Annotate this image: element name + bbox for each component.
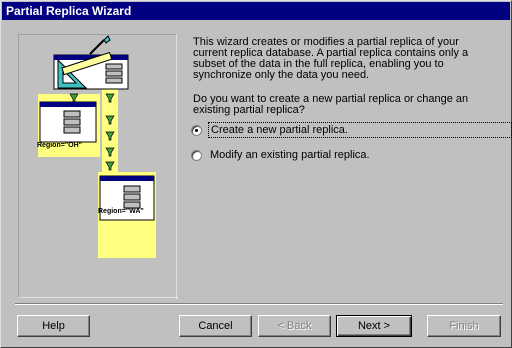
- wizard-question: Do you want to create a new partial repl…: [193, 93, 469, 116]
- wizard-window: Partial Replica Wizard Region="OH" Regio…: [0, 0, 512, 348]
- wizard-illustration: Region="OH" Region="WA": [17, 33, 179, 300]
- option-create-new[interactable]: Create a new partial replica.: [191, 122, 512, 138]
- next-button[interactable]: Next >: [336, 315, 412, 337]
- help-button[interactable]: Help: [17, 315, 90, 337]
- region-wa-label: Region="WA": [98, 208, 144, 215]
- option-create-label[interactable]: Create a new partial replica.: [208, 122, 512, 138]
- radio-create-new[interactable]: [191, 124, 202, 136]
- wizard-description: This wizard creates or modifies a partia…: [193, 36, 469, 81]
- back-button[interactable]: < Back: [258, 315, 331, 337]
- title-bar: Partial Replica Wizard: [2, 2, 510, 20]
- option-modify-existing[interactable]: Modify an existing partial replica.: [191, 148, 372, 162]
- radio-modify-existing[interactable]: [191, 149, 202, 161]
- cancel-button[interactable]: Cancel: [179, 315, 252, 337]
- region-oh-label: Region="OH": [37, 142, 82, 149]
- separator: [15, 303, 503, 305]
- replica-diagram-icon: [17, 33, 179, 300]
- option-modify-label[interactable]: Modify an existing partial replica.: [208, 148, 372, 162]
- window-title: Partial Replica Wizard: [6, 4, 132, 18]
- finish-button[interactable]: Finish: [427, 315, 501, 337]
